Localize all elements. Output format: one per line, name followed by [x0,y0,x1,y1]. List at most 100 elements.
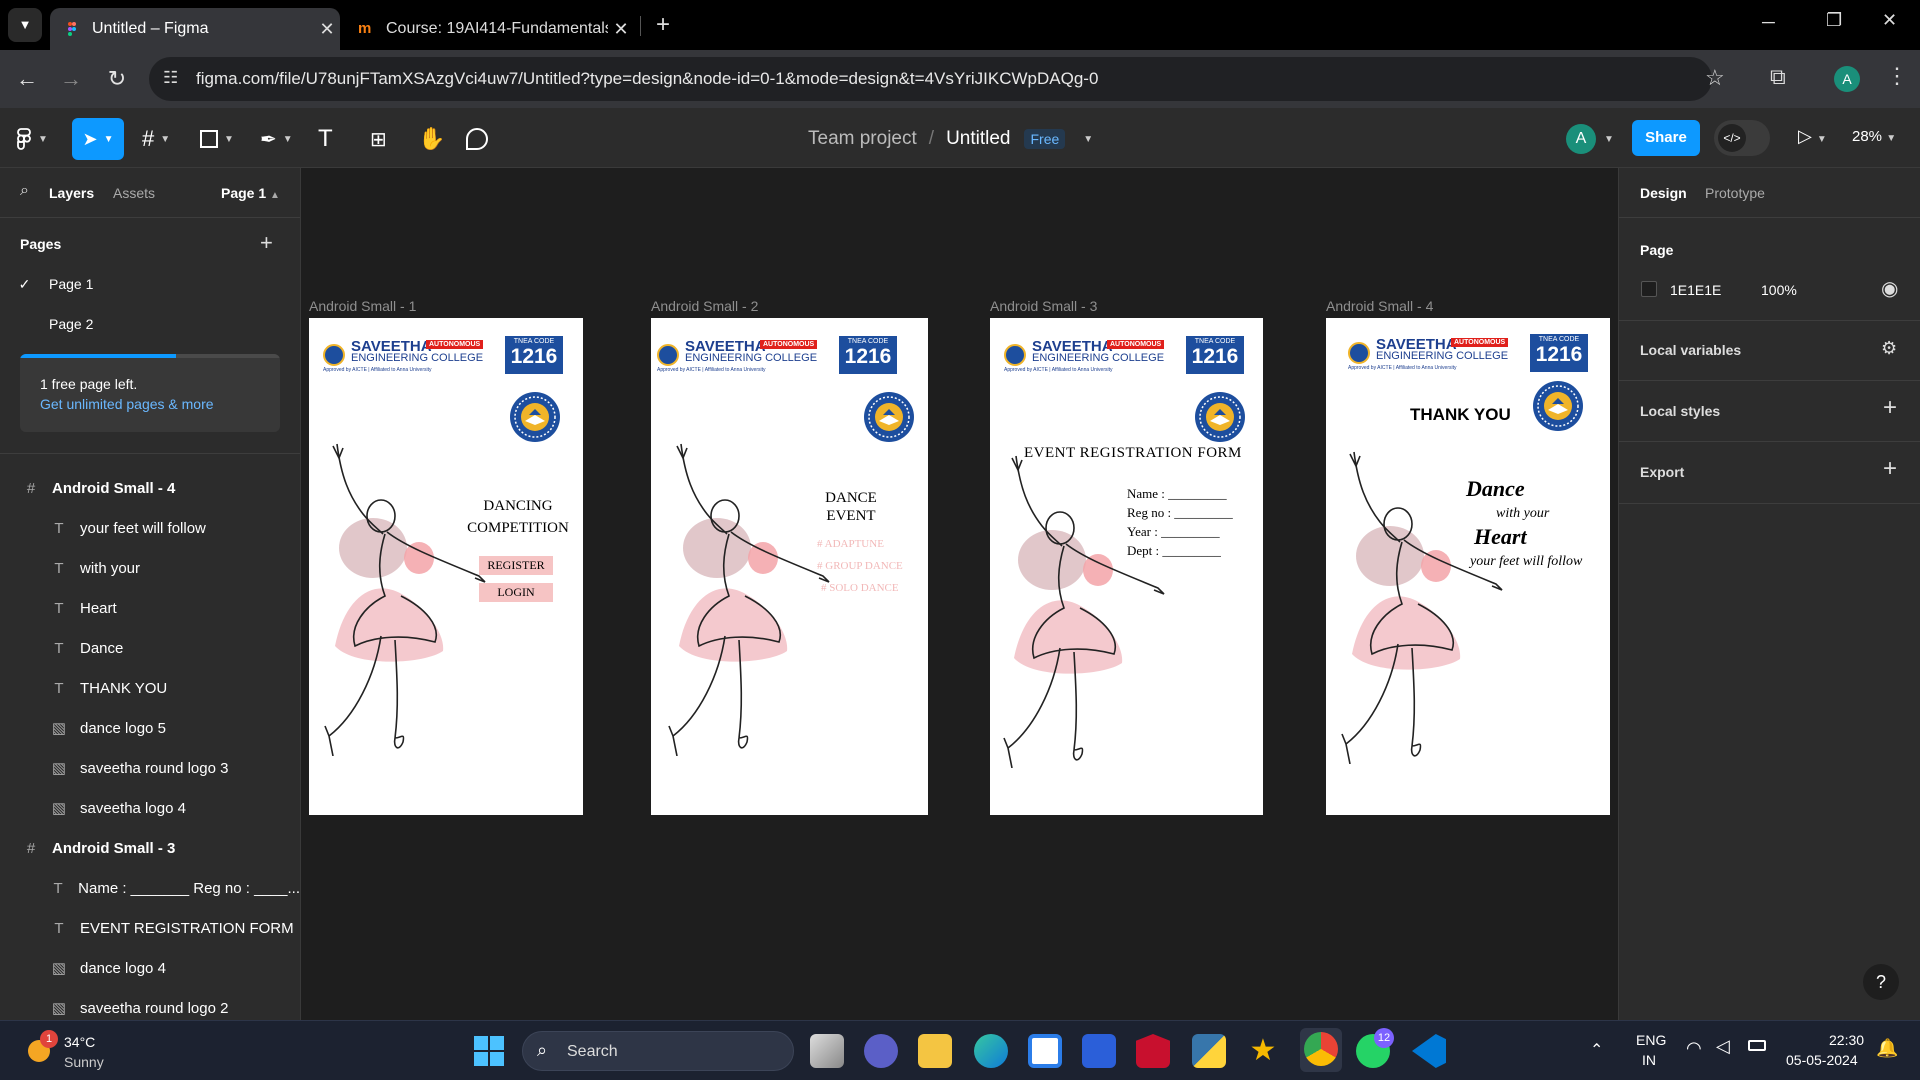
url-text[interactable]: figma.com/file/U78unjFTamXSAzgVci4uw7/Un… [196,69,1098,89]
minimize-icon[interactable]: ─ [1762,12,1775,33]
weather-widget[interactable]: 1 34°C Sunny [22,1030,132,1074]
layer-row[interactable]: T Dance [0,628,300,668]
frame-label-1[interactable]: Android Small - 1 [309,298,416,314]
visibility-eye-icon[interactable]: ◉ [1881,276,1898,301]
forward-icon[interactable]: → [56,64,86,94]
tab-design[interactable]: Design [1640,185,1687,201]
tab-assets[interactable]: Assets [113,185,155,201]
add-export-icon[interactable]: + [1883,455,1897,483]
taskbar-search[interactable]: ⌕ Search [522,1031,794,1071]
tab-list-button[interactable]: ▼ [8,8,42,42]
project-name[interactable]: Team project [808,128,917,150]
page-selector[interactable]: Page 1 ▲ [221,185,280,201]
meet-chat-icon[interactable] [864,1034,898,1068]
mcafee-icon[interactable] [1136,1034,1170,1068]
chevron-down-icon[interactable]: ▼ [1604,134,1614,145]
chevron-down-icon[interactable]: ▼ [1083,134,1093,145]
extensions-icon[interactable]: ⧉ [1770,64,1786,90]
layer-row-frame[interactable]: # Android Small - 3 [0,828,300,868]
site-info-icon[interactable]: ☷ [163,68,178,88]
close-window-icon[interactable]: ✕ [1882,10,1897,31]
resources-button[interactable]: ⊞ [370,124,387,154]
page-item-page1[interactable]: ✓ Page 1 [0,264,300,304]
frame-android-small-3[interactable]: SAVEETHA AUTONOMOUS ENGINEERING COLLEGE App… [990,318,1263,815]
close-tab-icon[interactable]: ✕ [608,19,634,40]
register-button[interactable]: REGISTER [479,556,553,575]
clock-date[interactable]: 05-05-2024 [1786,1052,1858,1068]
wifi-icon[interactable]: ◠ [1686,1038,1702,1059]
restore-icon[interactable]: ❐ [1826,10,1842,31]
file-breadcrumb[interactable]: Team project / Untitled Free ▼ [808,124,1093,154]
frame-android-small-4[interactable]: SAVEETHA AUTONOMOUS ENGINEERING COLLEGE App… [1326,318,1610,815]
search-icon[interactable]: ⌕ [20,182,29,200]
layer-row[interactable]: ▧ saveetha round logo 3 [0,748,300,788]
layer-row[interactable]: ▧ saveetha logo 4 [0,788,300,828]
address-bar[interactable]: ☷ figma.com/file/U78unjFTamXSAzgVci4uw7/… [149,57,1725,101]
close-tab-icon[interactable]: ✕ [314,19,340,40]
layer-row[interactable]: Twith your [0,548,300,588]
bg-opacity[interactable]: 100% [1761,282,1797,298]
zoom-menu[interactable]: 28% ▼ [1852,128,1896,145]
bg-color-hex[interactable]: 1E1E1E [1670,282,1721,298]
volume-icon[interactable]: ◁ [1716,1036,1730,1057]
tab-prototype[interactable]: Prototype [1705,185,1765,201]
frame-label-3[interactable]: Android Small - 3 [990,298,1097,314]
page-item-page2[interactable]: Page 2 [0,304,300,344]
user-avatar[interactable]: A [1566,124,1596,154]
frame-android-small-1[interactable]: SAVEETHA AUTONOMOUS ENGINEERING COLLEGE App… [309,318,583,815]
show-hidden-icons[interactable]: ⌃ [1590,1040,1603,1060]
add-style-icon[interactable]: + [1883,394,1897,422]
start-windows-icon[interactable] [474,1036,504,1066]
file-name[interactable]: Untitled [946,128,1010,150]
frame-label-2[interactable]: Android Small - 2 [651,298,758,314]
python-icon[interactable] [1192,1034,1226,1068]
layer-row[interactable]: T Name : _______ Reg no : ____... [0,868,301,908]
main-menu-button[interactable]: ▼ [16,124,48,154]
add-page-icon[interactable]: + [260,230,273,256]
microsoft-store-icon[interactable] [1028,1034,1062,1068]
move-tool-button[interactable]: ➤ ▼ [72,118,124,160]
edge-browser-icon[interactable] [974,1034,1008,1068]
reload-icon[interactable]: ↻ [102,64,132,94]
pen-tool-button[interactable]: ✒ ▼ [260,124,293,154]
notification-bell-icon[interactable]: 🔔 [1876,1038,1898,1059]
bookmark-star-icon[interactable]: ☆ [1705,65,1725,91]
profile-avatar[interactable]: A [1834,66,1860,92]
back-icon[interactable]: ← [12,64,42,94]
dev-mode-toggle[interactable]: </> [1714,120,1770,156]
browser-tab-figma[interactable]: Untitled – Figma ✕ [50,8,340,50]
language-primary[interactable]: ENG [1636,1032,1666,1048]
layer-row[interactable]: T THANK YOU [0,668,300,708]
layer-row[interactable]: ▧ dance logo 4 [0,948,300,988]
comment-tool-button[interactable] [466,124,488,154]
browser-tab-course[interactable]: m Course: 19AI414-Fundamentals ✕ [344,8,634,50]
hand-tool-button[interactable]: ✋ [418,124,445,154]
layer-row[interactable]: T EVENT REGISTRATION FORM [0,908,300,948]
login-button[interactable]: LOGIN [479,583,553,602]
browser-menu-icon[interactable]: ⋮ [1886,63,1908,89]
star-app-icon[interactable]: ★ [1246,1034,1280,1068]
battery-icon[interactable] [1748,1040,1766,1051]
app-icon[interactable] [1082,1034,1116,1068]
clock-time[interactable]: 22:30 [1829,1032,1864,1048]
bg-color-swatch[interactable] [1641,281,1657,297]
help-button[interactable]: ? [1863,964,1899,1000]
layer-row-frame[interactable]: # Android Small - 4 [0,468,300,508]
file-explorer-icon[interactable] [918,1034,952,1068]
language-secondary[interactable]: IN [1642,1052,1656,1068]
frame-label-4[interactable]: Android Small - 4 [1326,298,1433,314]
plan-badge[interactable]: Free [1024,129,1066,149]
task-view-icon[interactable] [810,1034,844,1068]
upsell-link[interactable]: Get unlimited pages & more [40,396,214,412]
layer-row[interactable]: T Heart [0,588,300,628]
share-button[interactable]: Share [1632,120,1700,156]
new-tab-icon[interactable]: + [648,10,678,40]
layer-row[interactable]: Tyour feet will follow [0,508,300,548]
frame-android-small-2[interactable]: SAVEETHA AUTONOMOUS ENGINEERING COLLEGE App… [651,318,928,815]
variables-settings-icon[interactable]: ⚙ [1881,338,1897,359]
tab-layers[interactable]: Layers [49,185,94,201]
present-button[interactable]: ▷ ▼ [1798,126,1827,147]
text-tool-button[interactable]: T [318,124,333,154]
frame-tool-button[interactable]: # ▼ [142,124,170,154]
layer-row[interactable]: ▧ dance logo 5 [0,708,300,748]
